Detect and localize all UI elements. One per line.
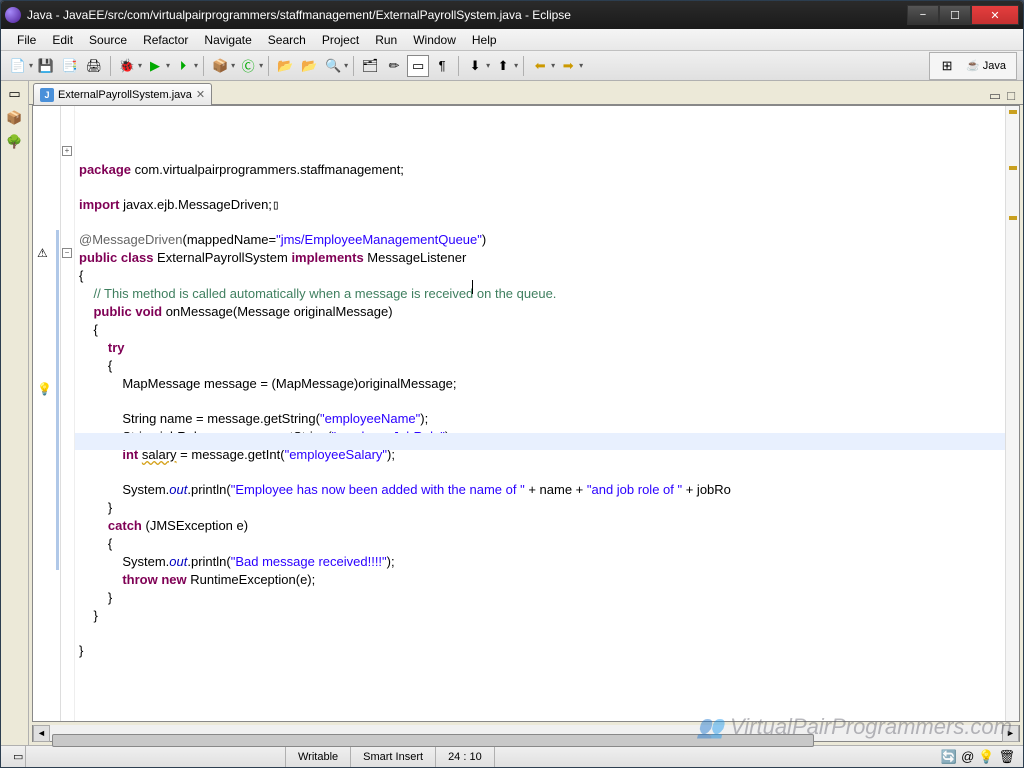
minimize-button[interactable]: [907, 5, 939, 25]
menu-source[interactable]: Source: [81, 31, 135, 49]
tab-title: ExternalPayrollSystem.java: [58, 89, 192, 101]
window-title: Java - JavaEE/src/com/virtualpairprogram…: [27, 8, 907, 22]
fastview-icon[interactable]: ▭: [1, 746, 26, 767]
run-button[interactable]: ▶: [144, 55, 166, 77]
status-position: 24 : 10: [436, 746, 495, 767]
prev-annotation-button[interactable]: ⬆: [492, 55, 514, 77]
java-perspective-icon: ☕: [966, 59, 980, 72]
left-trim: ▭ 📦 🌳: [1, 81, 29, 745]
open-type-button[interactable]: 📂: [274, 55, 296, 77]
change-marker: [56, 230, 59, 570]
status-message: [26, 746, 286, 767]
fold-expand-button[interactable]: +: [62, 146, 72, 156]
close-button[interactable]: [971, 5, 1019, 25]
menu-window[interactable]: Window: [405, 31, 464, 49]
trim-tip-icon[interactable]: 💡: [978, 749, 994, 765]
new-class-button[interactable]: Ⓒ: [237, 55, 259, 77]
editor-tabs: J ExternalPayrollSystem.java ✕ ▭ □: [29, 81, 1023, 105]
editor-tab-active[interactable]: J ExternalPayrollSystem.java ✕: [33, 83, 212, 105]
tab-close-button[interactable]: ✕: [196, 88, 205, 101]
status-writable: Writable: [286, 746, 351, 767]
overview-warning[interactable]: [1009, 110, 1017, 114]
overview-ruler[interactable]: [1005, 106, 1019, 721]
maximize-button[interactable]: [939, 5, 971, 25]
titlebar[interactable]: Java - JavaEE/src/com/virtualpairprogram…: [1, 1, 1023, 29]
package-explorer-icon[interactable]: 📦: [6, 109, 24, 127]
save-all-button[interactable]: 📑: [59, 55, 81, 77]
menu-navigate[interactable]: Navigate: [196, 31, 259, 49]
new-dropdown[interactable]: ▾: [29, 61, 33, 70]
status-insert: Smart Insert: [351, 746, 436, 767]
warning-marker[interactable]: 💡: [37, 382, 51, 396]
back-button[interactable]: ⬅: [529, 55, 551, 77]
toggle-block-button[interactable]: ▭: [407, 55, 429, 77]
toggle-mark-button[interactable]: ✏: [383, 55, 405, 77]
hierarchy-icon[interactable]: 🌳: [6, 133, 24, 151]
editor[interactable]: ⚠ 💡 + − package com.virtualpairprogramme…: [32, 105, 1020, 722]
java-file-icon: J: [40, 88, 54, 102]
save-button[interactable]: 💾: [35, 55, 57, 77]
new-button[interactable]: 📄: [7, 55, 29, 77]
fold-ruler[interactable]: + −: [61, 106, 75, 721]
java-perspective-button[interactable]: ☕ Java: [962, 58, 1010, 73]
menu-search[interactable]: Search: [260, 31, 314, 49]
menu-refactor[interactable]: Refactor: [135, 31, 196, 49]
scroll-right-button[interactable]: ►: [1002, 725, 1019, 742]
debug-button[interactable]: 🐞: [116, 55, 138, 77]
overview-warning[interactable]: [1009, 216, 1017, 220]
menu-file[interactable]: File: [9, 31, 44, 49]
scroll-thumb[interactable]: [52, 734, 814, 747]
warning-marker[interactable]: ⚠: [37, 246, 51, 260]
current-line-highlight: [75, 433, 1005, 450]
run-dropdown[interactable]: ▾: [166, 61, 170, 70]
trim-sync-icon[interactable]: @: [961, 749, 974, 765]
open-task-button[interactable]: 📂: [298, 55, 320, 77]
restore-view-icon[interactable]: ▭: [6, 85, 24, 103]
next-annotation-button[interactable]: ⬇: [464, 55, 486, 77]
open-perspective-button[interactable]: ⊞: [936, 55, 958, 77]
menu-help[interactable]: Help: [464, 31, 505, 49]
print-button[interactable]: 🖨: [83, 55, 105, 77]
run-last-button[interactable]: ⏵: [172, 55, 194, 77]
menu-run[interactable]: Run: [367, 31, 405, 49]
text-cursor: [472, 280, 473, 294]
debug-dropdown[interactable]: ▾: [138, 61, 142, 70]
new-package-button[interactable]: 📦: [209, 55, 231, 77]
menubar: File Edit Source Refactor Navigate Searc…: [1, 29, 1023, 51]
scroll-left-button[interactable]: ◄: [33, 725, 50, 742]
trim-updates-icon[interactable]: 🔄: [941, 749, 957, 765]
eclipse-icon: [5, 7, 21, 23]
search-button[interactable]: 🔍: [322, 55, 344, 77]
marker-ruler[interactable]: ⚠ 💡: [33, 106, 61, 721]
maximize-view-icon[interactable]: □: [1007, 88, 1015, 104]
fold-collapse-button[interactable]: −: [62, 248, 72, 258]
forward-button[interactable]: ➡: [557, 55, 579, 77]
code-text[interactable]: package com.virtualpairprogrammers.staff…: [75, 106, 1005, 721]
trim-gc-icon[interactable]: 🗑: [998, 749, 1015, 765]
toolbar: 📄▾ 💾 📑 🖨 🐞▾ ▶▾ ⏵▾ 📦▾ Ⓒ▾ 📂 📂 🔍▾ 🗂 ✏ ▭ ¶ ⬇…: [1, 51, 1023, 81]
overview-warning[interactable]: [1009, 166, 1017, 170]
show-whitespace-button[interactable]: ¶: [431, 55, 453, 77]
statusbar: ▭ Writable Smart Insert 24 : 10 🔄 @ 💡 🗑: [1, 745, 1023, 767]
minimize-view-icon[interactable]: ▭: [989, 88, 1001, 104]
run-last-dropdown[interactable]: ▾: [194, 61, 198, 70]
horizontal-scrollbar[interactable]: ◄ ►: [32, 725, 1020, 742]
toggle-breadcrumb-button[interactable]: 🗂: [359, 55, 381, 77]
perspective-switcher: ⊞ ☕ Java: [929, 52, 1017, 80]
menu-edit[interactable]: Edit: [44, 31, 81, 49]
menu-project[interactable]: Project: [314, 31, 367, 49]
